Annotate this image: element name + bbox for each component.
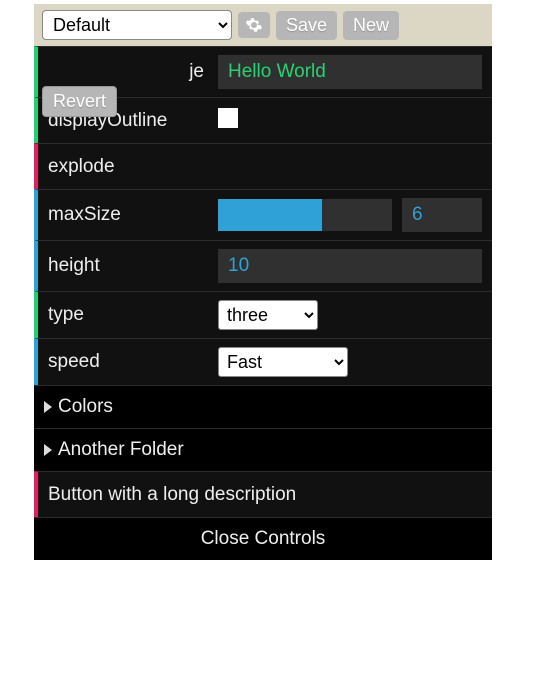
select-speed[interactable]: Fast: [218, 347, 348, 377]
row-explode[interactable]: explode: [34, 143, 492, 189]
revert-button[interactable]: Revert: [42, 86, 117, 117]
checkbox-displayoutline[interactable]: [218, 108, 238, 128]
folder-label-colors: Colors: [58, 396, 113, 418]
folder-another[interactable]: Another Folder: [34, 428, 492, 471]
save-button[interactable]: Save: [276, 11, 337, 40]
label-maxsize: maxSize: [48, 204, 218, 226]
row-maxsize: maxSize: [34, 189, 492, 240]
preset-select[interactable]: Default: [42, 10, 232, 40]
folder-colors[interactable]: Colors: [34, 385, 492, 428]
controls-list: messaje displayOutline explode maxSize: [34, 46, 492, 560]
folder-label-another: Another Folder: [58, 439, 184, 461]
slider-fill-maxsize: [218, 199, 322, 231]
row-type: type three: [34, 291, 492, 338]
slider-maxsize[interactable]: [218, 199, 392, 231]
close-controls-label: Close Controls: [201, 528, 326, 549]
gear-icon: [245, 16, 263, 34]
row-long-button[interactable]: Button with a long description: [34, 471, 492, 517]
chevron-right-icon: [44, 444, 52, 456]
label-explode: explode: [48, 156, 218, 178]
gear-button[interactable]: [238, 12, 270, 38]
chevron-right-icon: [44, 401, 52, 413]
preset-bar: Default Save New: [34, 4, 492, 46]
number-maxsize[interactable]: [402, 198, 482, 232]
number-height[interactable]: [218, 249, 482, 283]
label-message: messaje: [48, 61, 218, 83]
label-long-button: Button with a long description: [48, 484, 296, 506]
input-message[interactable]: [218, 55, 482, 89]
label-type: type: [48, 304, 218, 326]
label-speed: speed: [48, 351, 218, 373]
select-type[interactable]: three: [218, 300, 318, 330]
dat-gui-panel: Default Save New Revert messaje displayO…: [34, 4, 492, 560]
row-speed: speed Fast: [34, 338, 492, 385]
new-button[interactable]: New: [343, 11, 399, 40]
row-height: height: [34, 240, 492, 291]
close-controls[interactable]: Close Controls: [34, 517, 492, 560]
label-height: height: [48, 255, 218, 277]
